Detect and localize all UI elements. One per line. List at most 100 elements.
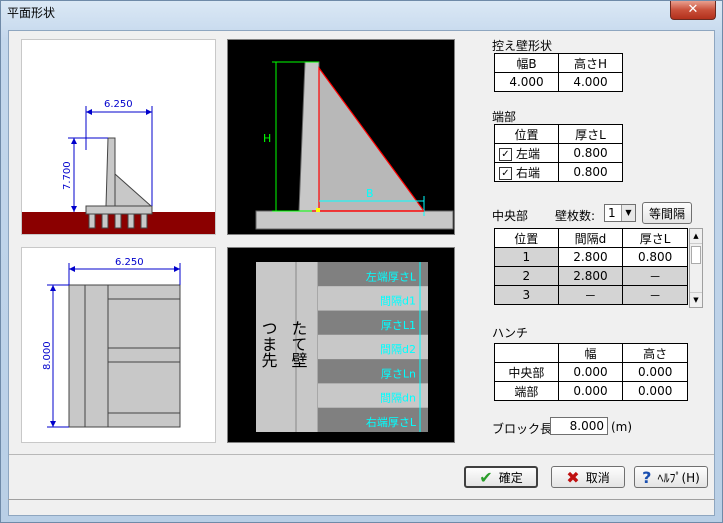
wall-count-select[interactable]: 1 ▼ bbox=[604, 204, 636, 222]
spacing-input: － bbox=[557, 285, 624, 305]
plan-width-value: 6.250 bbox=[115, 257, 144, 268]
haunch-center-width-input[interactable]: 0.000 bbox=[557, 362, 624, 382]
stem bbox=[105, 137, 116, 207]
block-length-input[interactable]: 8.000 bbox=[550, 417, 608, 435]
arrowhead bbox=[71, 138, 77, 144]
haunch-center-label: 中央部 bbox=[494, 362, 559, 382]
haunch-corner bbox=[494, 343, 559, 363]
header-spacing: 間隔d bbox=[557, 228, 624, 248]
cross-icon: ✖ bbox=[566, 467, 580, 487]
arrowhead bbox=[71, 206, 77, 212]
side-view-pane: 6.250 7.700 bbox=[21, 39, 216, 235]
scroll-down-icon[interactable]: ▼ bbox=[690, 292, 702, 307]
right-end-checkbox[interactable]: ✓ bbox=[499, 166, 512, 180]
help-button-label: ﾍﾙﾌﾟ(H) bbox=[657, 470, 700, 485]
haunch-end-label: 端部 bbox=[494, 381, 559, 401]
right-end-cell[interactable]: ✓ 右端 bbox=[494, 162, 559, 182]
left-end-cell[interactable]: ✓ 左端 bbox=[494, 143, 559, 163]
right-end-thickness-input[interactable]: 0.800 bbox=[558, 162, 623, 182]
counterfort-table: 幅B 高さH 4.000 4.000 bbox=[494, 53, 623, 92]
ends-table: 位置 厚さL ✓ 左端 0.800 ✓ 右端 0.800 bbox=[494, 124, 623, 182]
chevron-down-icon[interactable]: ▼ bbox=[621, 205, 635, 221]
row-position: 2 bbox=[494, 266, 559, 286]
equal-spacing-button[interactable]: 等間隔 bbox=[642, 202, 692, 224]
toe-label: つま先 bbox=[259, 320, 278, 368]
scroll-thumb[interactable] bbox=[691, 246, 701, 264]
header-thickness: 厚さL bbox=[558, 124, 623, 144]
spacing-input[interactable]: 2.800 bbox=[557, 266, 624, 286]
section-view-pane: H B bbox=[227, 39, 455, 235]
ends-title: 端部 bbox=[492, 110, 517, 124]
h-label: H bbox=[263, 132, 271, 145]
spacing-input[interactable]: 2.800 bbox=[557, 247, 624, 267]
pile bbox=[114, 213, 122, 229]
haunch-table: 幅 高さ 中央部 0.000 0.000 端部 0.000 0.000 bbox=[494, 343, 688, 401]
button-separator bbox=[9, 454, 714, 455]
cancel-button[interactable]: ✖ 取消 bbox=[551, 466, 625, 488]
plan-view-drawing: 6.250 8.000 bbox=[42, 257, 181, 428]
wall-plan-drawing: 左端厚さL間隔d1厚さL1間隔d2厚さLn間隔dn右端厚さL つま先 たて壁 bbox=[256, 262, 428, 432]
pile bbox=[140, 213, 148, 229]
b-label: B bbox=[366, 187, 374, 200]
header-width: 幅 bbox=[557, 343, 624, 363]
plan-length-value: 8.000 bbox=[42, 341, 53, 370]
plan-view-pane: 6.250 8.000 bbox=[21, 247, 216, 443]
dialog-window: 平面形状 ✕ 6.250 7.700 6.250 8.000 H B 左端厚さL… bbox=[0, 0, 723, 523]
left-end-label: 左端 bbox=[516, 146, 541, 161]
pile bbox=[127, 213, 135, 229]
haunch-end-width-input[interactable]: 0.000 bbox=[557, 381, 624, 401]
band-group: 左端厚さL間隔d1厚さL1間隔d2厚さLn間隔dn右端厚さL bbox=[318, 262, 428, 432]
side-view-drawing: 6.250 7.700 bbox=[22, 99, 215, 234]
arrowhead bbox=[69, 266, 75, 272]
arrowhead bbox=[50, 421, 56, 427]
stem-label: たて壁 bbox=[289, 320, 308, 368]
close-button[interactable]: ✕ bbox=[670, 1, 716, 20]
counterfort-side bbox=[114, 172, 153, 207]
section-footing bbox=[255, 210, 454, 230]
band-edge bbox=[408, 262, 428, 432]
header-height: 高さ bbox=[622, 343, 688, 363]
footing bbox=[85, 205, 153, 215]
header-position: 位置 bbox=[494, 228, 559, 248]
wall-plan-pane: 左端厚さL 間隔d1 厚さL1 間隔d2 厚さLn 間隔dn 右端厚さL つま先 たて壁 bbox=[227, 247, 455, 443]
side-width-value: 6.250 bbox=[104, 99, 133, 110]
counterfort-height-input[interactable]: 4.000 bbox=[558, 72, 623, 92]
ok-button-label: 確定 bbox=[498, 470, 523, 485]
center-table: 位置 間隔d 厚さL 1 2.800 0.800 2 2.800 － 3 － － bbox=[494, 228, 688, 305]
right-end-label: 右端 bbox=[516, 165, 541, 180]
left-end-thickness-input[interactable]: 0.800 bbox=[558, 143, 623, 163]
arrowhead bbox=[146, 109, 152, 115]
wall-count-value: 1 bbox=[608, 206, 616, 220]
help-button[interactable]: ? ﾍﾙﾌﾟ(H) bbox=[634, 466, 708, 488]
window-title: 平面形状 bbox=[7, 6, 56, 20]
counterfort-width-input[interactable]: 4.000 bbox=[494, 72, 559, 92]
thickness-input: － bbox=[622, 266, 688, 286]
row-position: 3 bbox=[494, 285, 559, 305]
header-thickness: 厚さL bbox=[622, 228, 688, 248]
haunch-center-height-input[interactable]: 0.000 bbox=[622, 362, 688, 382]
side-height-value: 7.700 bbox=[62, 161, 73, 190]
haunch-end-height-input[interactable]: 0.000 bbox=[622, 381, 688, 401]
status-bar bbox=[8, 499, 715, 517]
counterfort-title: 控え壁形状 bbox=[492, 39, 553, 53]
thickness-input: － bbox=[622, 285, 688, 305]
header-width: 幅B bbox=[494, 53, 559, 73]
scroll-up-icon[interactable]: ▲ bbox=[690, 229, 702, 244]
corner-marker bbox=[316, 208, 320, 212]
dialog-client-area: 6.250 7.700 6.250 8.000 H B 左端厚さL 間隔d1 厚… bbox=[8, 30, 715, 516]
help-icon: ? bbox=[642, 467, 652, 487]
left-end-checkbox[interactable]: ✓ bbox=[499, 147, 512, 161]
arrowhead bbox=[174, 266, 180, 272]
ok-button[interactable]: ✔ 確定 bbox=[464, 466, 538, 488]
center-table-scrollbar[interactable]: ▲ ▼ bbox=[689, 228, 703, 308]
header-position: 位置 bbox=[494, 124, 559, 144]
center-title: 中央部 bbox=[492, 209, 529, 223]
thickness-input[interactable]: 0.800 bbox=[622, 247, 688, 267]
wall-count-label: 壁枚数: bbox=[555, 209, 596, 223]
arrowhead bbox=[86, 109, 92, 115]
arrowhead bbox=[50, 285, 56, 291]
haunch-title: ハンチ bbox=[492, 326, 529, 340]
pile bbox=[88, 213, 96, 229]
section-view-drawing: H B bbox=[255, 61, 454, 230]
title-bar: 平面形状 ✕ bbox=[1, 1, 722, 23]
